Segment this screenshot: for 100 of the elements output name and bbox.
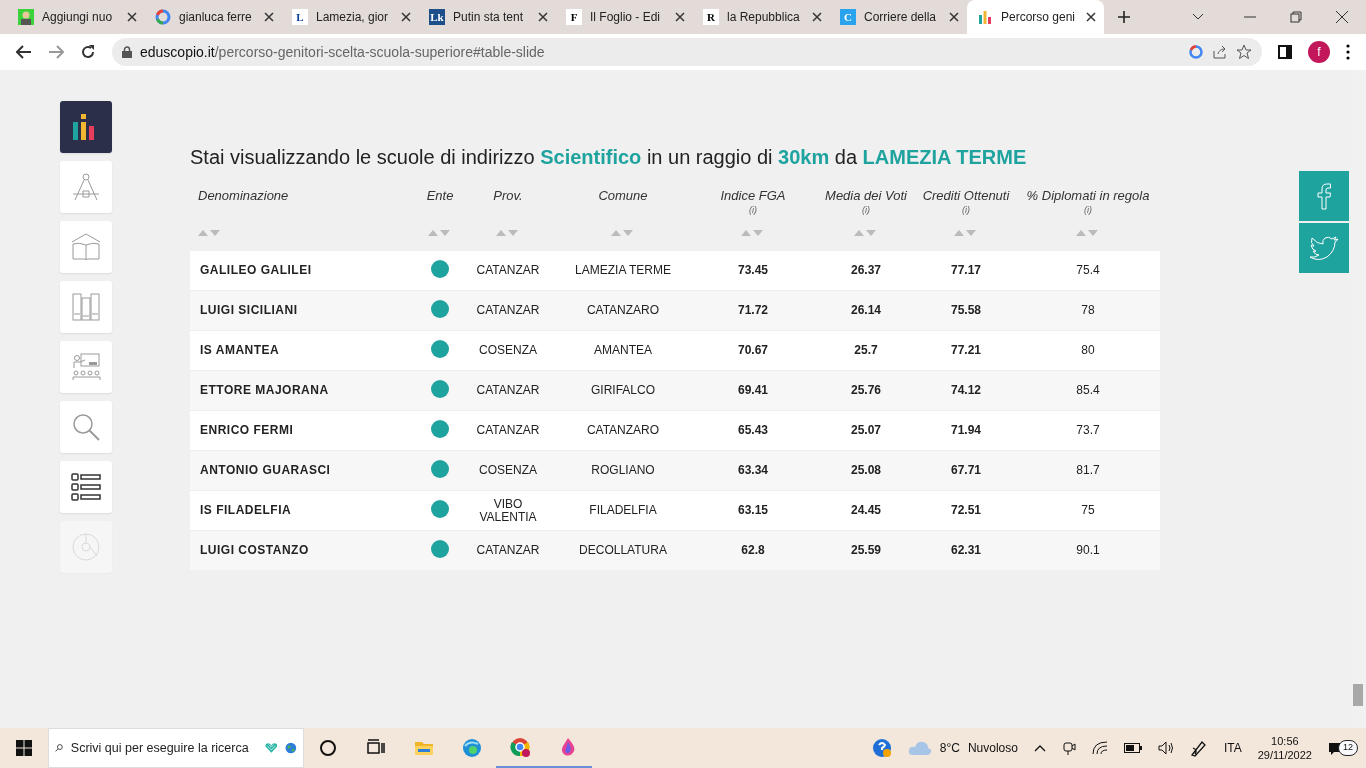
browser-tab[interactable]: Percorso geni xyxy=(967,0,1104,34)
school-name[interactable]: GALILEO GALILEI xyxy=(200,263,312,277)
column-header[interactable]: Crediti Ottenuti xyxy=(922,186,1010,206)
school-name[interactable]: ANTONIO GUARASCI xyxy=(200,463,331,477)
table-cell: COSENZA xyxy=(479,464,537,477)
browser-tab[interactable]: Lk Putin sta tent xyxy=(419,0,556,34)
table-cell: 62.8 xyxy=(741,543,765,557)
clock[interactable]: 10:56 29/11/2022 xyxy=(1257,734,1312,762)
tab-title: gianluca ferre xyxy=(179,9,253,26)
browser-tab[interactable]: C Corriere della xyxy=(830,0,967,34)
table-cell: 65.43 xyxy=(738,423,768,437)
column-header[interactable]: Denominazione xyxy=(198,186,289,206)
browser-tab[interactable]: gianluca ferre xyxy=(145,0,282,34)
browser-tab[interactable]: Aggiungi nuo xyxy=(8,0,145,34)
notification-button[interactable]: 12 xyxy=(1328,740,1358,756)
bar-chart-icon xyxy=(977,9,993,25)
temperature-text[interactable]: 8°C xyxy=(939,739,960,757)
volume-icon[interactable] xyxy=(1157,741,1174,755)
site-logo: L xyxy=(292,9,308,25)
table-cell: 73.45 xyxy=(738,263,768,277)
close-icon[interactable] xyxy=(675,12,685,22)
help-icon[interactable] xyxy=(871,738,892,758)
table-cell: 75.58 xyxy=(951,303,981,317)
column-header[interactable]: Comune xyxy=(598,186,648,206)
share-icon[interactable] xyxy=(1212,44,1228,60)
weather-text[interactable]: Nuvoloso xyxy=(967,739,1018,757)
close-icon[interactable] xyxy=(264,12,274,22)
close-icon[interactable] xyxy=(1336,11,1348,23)
wifi-icon[interactable] xyxy=(1091,741,1108,755)
info-icon[interactable]: (i) xyxy=(962,205,970,215)
reload-icon[interactable] xyxy=(80,44,96,60)
table-cell: 67.71 xyxy=(951,463,981,477)
school-name[interactable]: LUIGI COSTANZO xyxy=(200,543,309,557)
column-header[interactable]: Indice FGA xyxy=(720,186,786,206)
table-cell: CATANZAR xyxy=(476,544,540,557)
column-header[interactable]: Ente xyxy=(426,186,454,206)
table-cell: FILADELFIA xyxy=(589,503,657,517)
close-icon[interactable] xyxy=(812,12,822,22)
column-header[interactable]: Prov. xyxy=(493,186,523,206)
table-cell: 81.7 xyxy=(1076,463,1100,477)
browser-tab[interactable]: R la Repubblica xyxy=(693,0,830,34)
table-cell: CATANZARO xyxy=(586,423,660,437)
chevron-down-icon[interactable] xyxy=(1192,13,1204,21)
address-bar[interactable]: eduscopio.it/percorso-genitori-scelta-scuola-superiore#table-slide xyxy=(112,38,1262,66)
tab-title: Il Foglio - Edi xyxy=(590,9,662,26)
forward-icon[interactable] xyxy=(48,45,64,59)
side-panel-icon[interactable] xyxy=(1278,45,1292,59)
profile-avatar[interactable]: f xyxy=(1308,41,1330,63)
bird-icon xyxy=(1309,236,1339,260)
close-icon[interactable] xyxy=(538,12,548,22)
sidebar-button[interactable] xyxy=(60,461,112,513)
table-cell: 85.4 xyxy=(1076,383,1100,397)
school-name[interactable]: IS FILADELFIA xyxy=(200,503,292,517)
google-icon[interactable] xyxy=(1188,44,1204,60)
star-icon[interactable] xyxy=(1236,44,1252,60)
table-cell: 72.51 xyxy=(951,503,981,517)
language-indicator[interactable]: ITA xyxy=(1223,739,1242,757)
new-tab-icon[interactable] xyxy=(1118,11,1130,23)
close-icon[interactable] xyxy=(1086,12,1096,22)
close-icon[interactable] xyxy=(401,12,411,22)
close-icon[interactable] xyxy=(127,12,137,22)
column-header[interactable]: Media dei Voti xyxy=(825,186,907,206)
table-cell: 77.17 xyxy=(951,263,981,277)
windows-icon[interactable] xyxy=(16,740,32,756)
table-cell: 77.21 xyxy=(951,343,981,357)
more-icon[interactable] xyxy=(1346,44,1350,60)
back-icon[interactable] xyxy=(16,45,32,59)
school-name[interactable]: IS AMANTEA xyxy=(200,343,280,357)
info-icon[interactable]: (i) xyxy=(749,205,757,215)
pie-chart-icon xyxy=(71,532,101,562)
pen-icon[interactable] xyxy=(1189,739,1208,757)
restore-icon[interactable] xyxy=(1290,11,1302,23)
facebook-icon xyxy=(1317,182,1331,210)
info-icon[interactable]: (i) xyxy=(862,205,870,215)
school-name[interactable]: LUIGI SICILIANI xyxy=(200,303,298,317)
sidebar-button[interactable] xyxy=(60,101,112,153)
table-cell: 71.72 xyxy=(738,303,768,317)
table-cell-text: VIBO VALENTIA xyxy=(478,497,538,524)
page-heading: Stai visualizzando le scuole di indirizzo Scientifico in un raggio di 30km da LAMEZIA TERME xyxy=(190,145,1028,170)
taskbar-search-field[interactable]: Scrivi qui per eseguire la ricerca xyxy=(48,728,304,768)
site-logo: Lk xyxy=(429,9,445,25)
school-name[interactable]: ETTORE MAJORANA xyxy=(200,383,329,397)
table-cell: 25.08 xyxy=(851,463,881,477)
table-cell: 63.34 xyxy=(738,463,768,477)
browser-tab[interactable]: L Lamezia, gior xyxy=(282,0,419,34)
school-name[interactable]: ENRICO FERMI xyxy=(200,423,294,437)
browser-tab[interactable]: F Il Foglio - Edi xyxy=(556,0,693,34)
search-icon xyxy=(71,412,101,442)
chevron-up-icon[interactable] xyxy=(1033,744,1046,752)
close-icon[interactable] xyxy=(949,12,959,22)
meet-icon[interactable] xyxy=(1061,740,1076,756)
info-icon[interactable]: (i) xyxy=(1084,205,1092,215)
battery-icon[interactable] xyxy=(1123,743,1142,753)
checklist-icon xyxy=(71,472,101,502)
table-cell: ROGLIANO xyxy=(591,463,655,477)
notification-count: 12 xyxy=(1338,740,1358,756)
url-text: eduscopio.it/percorso-genitori-scelta-scuola-superiore#table-slide xyxy=(140,42,546,62)
table-cell: 74.12 xyxy=(951,383,981,397)
table-cell: CATANZAR xyxy=(476,424,540,437)
column-header[interactable]: % Diplomati in regola xyxy=(1026,186,1150,206)
